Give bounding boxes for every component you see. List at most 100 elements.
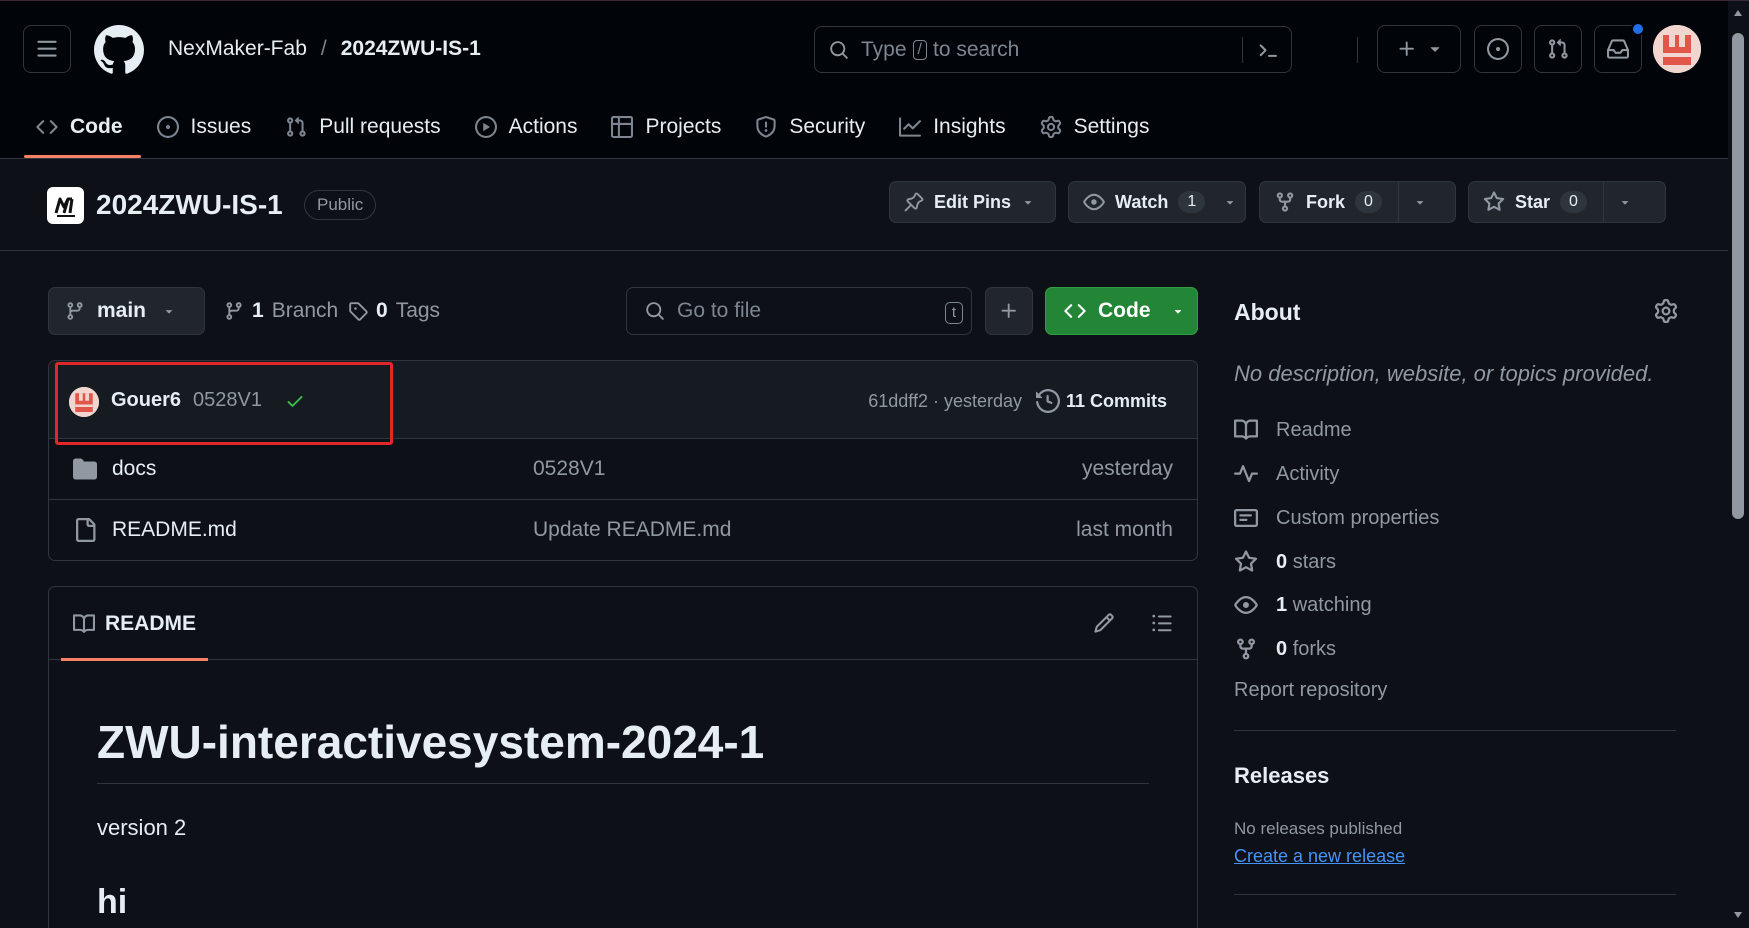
tab-pull-requests[interactable]: Pull requests <box>273 99 458 155</box>
sidebar-item-stars[interactable]: 0 stars <box>1234 550 1336 574</box>
star-count: 0 <box>1560 191 1587 213</box>
header-divider <box>1357 37 1358 63</box>
command-palette-icon[interactable] <box>1257 39 1279 61</box>
tab-code[interactable]: Code <box>24 99 141 158</box>
caret-down-icon <box>1227 201 1234 205</box>
history-icon <box>1035 389 1060 413</box>
pull-request-icon <box>1549 38 1568 59</box>
issues-button[interactable] <box>1474 25 1522 73</box>
search-icon <box>830 40 848 59</box>
commits-count-label: 11 Commits <box>1065 390 1167 411</box>
book-icon <box>1234 419 1258 440</box>
file-name[interactable]: README.md <box>112 518 237 542</box>
edit-icon[interactable] <box>1093 612 1115 634</box>
file-row[interactable]: docs 0528V1 yesterday <box>49 439 1197 500</box>
fork-dropdown[interactable] <box>1397 182 1441 222</box>
search-shortcut-key: / <box>912 39 927 60</box>
eye-icon <box>1083 193 1105 211</box>
branches-label: Branch <box>271 299 339 322</box>
search-input[interactable]: Type / to search <box>814 26 1292 73</box>
code-button-label: Code <box>1098 299 1151 322</box>
sidebar-item-custom-properties[interactable]: Custom properties <box>1234 506 1439 530</box>
tab-projects[interactable]: Projects <box>599 99 739 155</box>
fork-count: 0 <box>1355 191 1382 213</box>
report-repository-link[interactable]: Report repository <box>1234 679 1387 702</box>
fork-icon <box>1276 192 1294 212</box>
watch-label: Watch <box>1115 191 1169 212</box>
tab-label: Pull requests <box>319 115 441 138</box>
breadcrumb-repo[interactable]: 2024ZWU-IS-1 <box>341 37 481 61</box>
tab-insights[interactable]: Insights <box>887 99 1023 155</box>
releases-title[interactable]: Releases <box>1234 763 1329 789</box>
readme-heading: ZWU-interactivesystem-2024-1 <box>97 716 765 768</box>
visibility-badge: Public <box>304 190 377 220</box>
file-commit-message[interactable]: Update README.md <box>533 518 731 542</box>
sidebar-item-activity[interactable]: Activity <box>1234 462 1339 486</box>
tab-issues[interactable]: Issues <box>145 99 270 155</box>
stars-count: 0 <box>1276 550 1288 573</box>
branch-icon <box>226 302 242 320</box>
go-to-file-input[interactable]: Go to file t <box>626 287 972 335</box>
star-dropdown[interactable] <box>1602 182 1646 222</box>
sidebar-item-watching[interactable]: 1 watching <box>1234 593 1372 617</box>
tab-actions[interactable]: Actions <box>463 99 596 155</box>
add-file-button[interactable] <box>985 287 1033 335</box>
user-avatar[interactable] <box>1653 25 1701 73</box>
gear-icon <box>1040 116 1061 138</box>
scroll-down-arrow-icon[interactable] <box>1733 911 1743 919</box>
nexmaker-logo-icon <box>50 190 81 221</box>
gear-icon[interactable] <box>1654 299 1678 323</box>
commit-hash-time[interactable]: 61ddff2 · yesterday <box>868 391 1022 412</box>
branches-link[interactable]: 1 Branch <box>224 299 338 323</box>
pull-requests-button[interactable] <box>1534 25 1582 73</box>
tab-label: Settings <box>1073 115 1150 138</box>
edit-pins-button[interactable]: Edit Pins <box>889 181 1056 223</box>
book-icon <box>73 613 95 633</box>
watch-button[interactable]: Watch 1 <box>1068 181 1246 223</box>
star-button[interactable]: Star 0 <box>1468 181 1666 223</box>
file-name[interactable]: docs <box>112 457 156 481</box>
star-label: Star <box>1515 191 1551 212</box>
commits-link[interactable]: 11 Commits <box>1035 389 1167 413</box>
about-description: No description, website, or topics provi… <box>1234 361 1654 386</box>
tab-security[interactable]: Security <box>743 99 883 155</box>
tag-icon <box>349 302 368 321</box>
readme-paragraph: version 2 <box>97 815 187 840</box>
scrollbar-thumb[interactable] <box>1732 33 1744 519</box>
sidebar-item-readme[interactable]: Readme <box>1234 418 1352 442</box>
tab-label: Security <box>789 115 866 138</box>
sidebar-item-label: Activity <box>1276 462 1340 485</box>
create-release-link[interactable]: Create a new release <box>1234 846 1405 867</box>
menu-button[interactable] <box>23 25 71 73</box>
scroll-up-arrow-icon[interactable] <box>1733 9 1743 17</box>
breadcrumb-owner[interactable]: NexMaker-Fab <box>168 37 307 61</box>
sidebar-divider <box>1234 730 1676 731</box>
repo-owner-avatar[interactable] <box>47 187 84 224</box>
fork-button[interactable]: Fork 0 <box>1259 181 1456 223</box>
forks-count: 0 <box>1276 637 1288 660</box>
create-new-button[interactable] <box>1377 25 1461 73</box>
caret-down-icon <box>1416 201 1424 205</box>
note-icon <box>1234 509 1258 527</box>
sidebar-item-forks[interactable]: 0 forks <box>1234 637 1336 661</box>
star-icon <box>1483 191 1505 211</box>
sidebar-item-label: Readme <box>1276 418 1352 441</box>
vertical-scrollbar[interactable] <box>1728 1 1749 928</box>
pin-icon <box>904 192 924 212</box>
caret-down-icon <box>165 310 173 314</box>
branch-selector[interactable]: main <box>48 287 205 335</box>
file-commit-message[interactable]: 0528V1 <box>533 457 605 481</box>
notification-indicator <box>1631 22 1645 36</box>
readme-header: README <box>49 587 1197 661</box>
tab-readme[interactable]: README <box>61 587 209 661</box>
file-date: yesterday <box>1081 457 1173 480</box>
github-logo-icon[interactable] <box>94 25 144 75</box>
repo-title[interactable]: 2024ZWU-IS-1 <box>96 189 283 221</box>
star-icon <box>1234 550 1258 572</box>
tab-settings[interactable]: Settings <box>1028 99 1168 155</box>
list-icon[interactable] <box>1151 612 1173 634</box>
sidebar-item-label: Custom properties <box>1276 506 1440 529</box>
code-button[interactable]: Code <box>1045 287 1198 335</box>
tags-link[interactable]: 0 Tags <box>348 299 440 323</box>
file-row[interactable]: README.md Update README.md last month <box>49 500 1197 560</box>
